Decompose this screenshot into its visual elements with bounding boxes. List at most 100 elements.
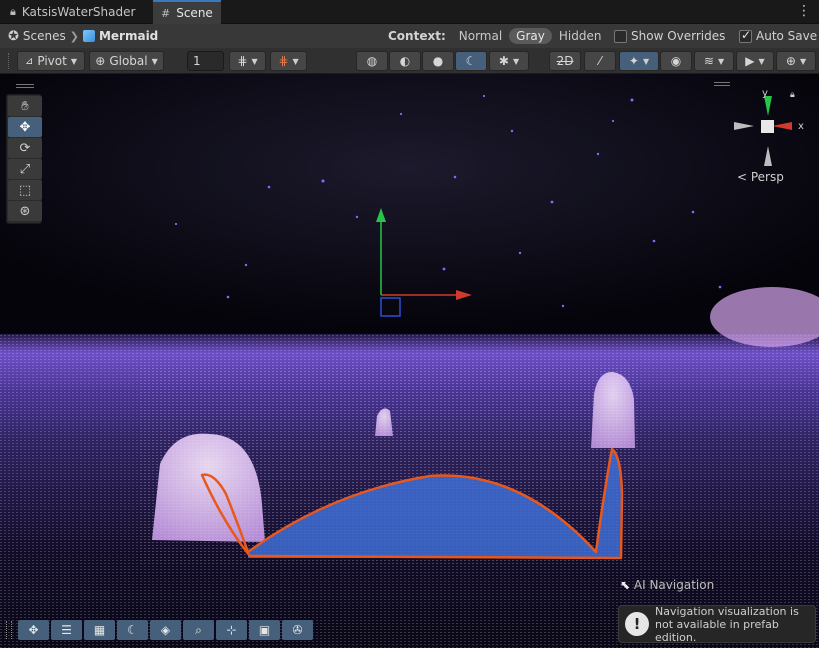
compass-icon: ✇ xyxy=(292,623,303,637)
search-icon: ⌕ xyxy=(195,622,202,637)
context-label: Context: xyxy=(388,29,446,43)
unlit-button[interactable]: ☾ xyxy=(455,51,487,71)
2d-icon: 2D xyxy=(556,54,574,68)
sliders-icon: ☰ xyxy=(61,623,72,637)
ai-nav-move-button[interactable]: ✥ xyxy=(18,620,49,640)
y-axis-label: y xyxy=(762,90,768,99)
moon-icon: ☾ xyxy=(127,623,138,637)
hand-tool-button[interactable]: ✋︎ xyxy=(8,96,42,116)
grid-snap-dropdown[interactable]: ⋕ ▼ xyxy=(229,51,266,71)
rect-transform-icon: ⬚ xyxy=(18,182,32,198)
palette-grip[interactable] xyxy=(16,84,34,88)
layers-icon: ≋ xyxy=(703,54,714,68)
dropdown-arrow-icon: ▼ xyxy=(251,56,258,66)
context-normal[interactable]: Normal xyxy=(452,28,509,44)
x-axis-cone[interactable] xyxy=(772,122,792,130)
tab-label: KatsisWaterShader xyxy=(21,5,136,19)
globe-icon: ⊕ xyxy=(95,54,106,68)
move-tool-button[interactable]: ✥ xyxy=(8,117,42,137)
scene-visibility-button[interactable]: ◉ xyxy=(660,51,692,71)
breadcrumb-current-label: Mermaid xyxy=(98,29,159,43)
obstacles-button[interactable]: ▣ xyxy=(249,620,280,640)
gizmos-globe-icon: ⊕ xyxy=(785,54,796,68)
effects-dropdown[interactable]: ✦ ▼ xyxy=(619,51,659,71)
neg-y-axis-cone[interactable] xyxy=(764,146,772,166)
lock-icon: 🔒︎ xyxy=(10,5,16,18)
global-dropdown[interactable]: ⊕ Global ▼ xyxy=(89,51,164,71)
ai-nav-settings-button[interactable]: ☰ xyxy=(51,620,82,640)
camera-dropdown[interactable]: ▶ ▼ xyxy=(736,51,774,71)
overlay-toolbar: ✥ ☰ ▦ ☾ ◈ ⌕ ⊹ ▣ ✇ xyxy=(6,618,313,642)
obstacle-icon: ▣ xyxy=(258,623,271,637)
rotate-tool-button[interactable]: ⟳ xyxy=(8,138,42,158)
context-switcher: Context: Normal Gray Hidden xyxy=(388,24,608,48)
rotate-icon: ⟳ xyxy=(19,140,31,156)
surfaces-button[interactable]: ◈ xyxy=(150,620,181,640)
cursor-arrow-icon: ⬉ xyxy=(620,578,631,592)
prefab-cube-icon xyxy=(82,30,95,42)
compass-button[interactable]: ✇ xyxy=(282,620,313,640)
scale-tool-button[interactable]: ⤢ xyxy=(8,159,42,179)
more-options-icon[interactable]: ⋮ xyxy=(797,3,811,19)
center-cube[interactable] xyxy=(761,120,774,133)
scale-icon: ⤢ xyxy=(19,161,31,177)
unity-logo-icon: ✪ xyxy=(8,28,19,44)
hand-icon: ✋︎ xyxy=(21,98,29,114)
context-gray[interactable]: Gray xyxy=(509,28,552,44)
breadcrumb-root[interactable]: ✪ Scenes xyxy=(8,29,66,44)
bug-icon: ✱ xyxy=(498,54,509,68)
pivot-label: Pivot xyxy=(37,54,67,68)
night-sky xyxy=(0,74,819,340)
dropdown-arrow-icon: ▼ xyxy=(717,56,725,66)
y-axis-cone[interactable] xyxy=(764,96,772,116)
tab-katsis-water-shader[interactable]: 🔒︎ KatsisWaterShader xyxy=(2,0,143,24)
2d-toggle-button[interactable]: 2D xyxy=(549,51,581,71)
tab-scene[interactable]: # Scene xyxy=(153,0,221,24)
dropdown-arrow-icon: ▼ xyxy=(151,56,158,66)
grid-snap-icon: ⋕ xyxy=(237,54,248,68)
mute-audio-icon: ⁄ xyxy=(598,54,601,68)
agent-icon: ⊹ xyxy=(226,623,237,637)
ai-nav-unlit-button[interactable]: ☾ xyxy=(117,620,148,640)
camera-icon: ▶ xyxy=(745,54,755,68)
gizmo-grip[interactable] xyxy=(714,82,730,86)
context-hidden[interactable]: Hidden xyxy=(552,28,609,44)
show-overrides-toggle[interactable]: Show Overrides xyxy=(614,24,725,48)
wireframe-shading-button[interactable]: ◍ xyxy=(356,51,388,71)
grid-snap-input[interactable]: 1 xyxy=(187,51,224,71)
breadcrumb-root-label: Scenes xyxy=(22,29,66,43)
projection-toggle[interactable]: < Persp xyxy=(737,170,784,184)
auto-save-label: Auto Save xyxy=(756,29,818,43)
search-button[interactable]: ⌕ xyxy=(183,620,214,640)
ai-navigation-overlay-label: ⬉ AI Navigation xyxy=(620,578,714,592)
toolbar-grip[interactable] xyxy=(8,53,10,69)
rect-tool-button[interactable]: ⬚ xyxy=(8,180,42,200)
transform-tool-button[interactable]: ⊛ xyxy=(8,201,42,221)
audio-toggle-button[interactable]: ⁄ xyxy=(584,51,616,71)
debug-draw-mode-dropdown[interactable]: ✱ ▼ xyxy=(489,51,529,71)
tab-bar: 🔒︎ KatsisWaterShader # Scene ⋮ xyxy=(0,0,819,24)
shaded-sphere-icon: ● xyxy=(432,54,444,68)
global-label: Global xyxy=(109,54,148,68)
wireframe-sphere-icon: ◍ xyxy=(366,54,378,68)
shaded-wireframe-button[interactable]: ◐ xyxy=(389,51,421,71)
auto-save-toggle[interactable]: Auto Save xyxy=(739,24,817,48)
overlay-grip[interactable] xyxy=(6,621,12,639)
scene-toolbar: ⊿ Pivot ▼ ⊕ Global ▼ 1 ⋕ ▼ ⋕ ▼ ◍ ◐ ● ☾ ✱ ▼ … xyxy=(0,48,819,74)
auto-save-checkbox[interactable] xyxy=(739,28,752,43)
neg-x-axis-cone[interactable] xyxy=(734,122,754,130)
scene-render xyxy=(0,74,819,648)
shaded-button[interactable]: ● xyxy=(422,51,454,71)
increment-snap-dropdown[interactable]: ⋕ ▼ xyxy=(270,51,307,71)
tab-label: Scene xyxy=(176,6,213,20)
gizmos-dropdown[interactable]: ⊕ ▼ xyxy=(776,51,816,71)
show-overrides-checkbox[interactable] xyxy=(614,29,627,43)
orientation-gizmo[interactable]: y x xyxy=(728,90,808,170)
scene-viewport[interactable]: ✋︎ ✥ ⟳ ⤢ ⬚ ⊛ 🔒︎ y x < Persp ⬉ AI Navigat… xyxy=(0,74,819,648)
pivot-dropdown[interactable]: ⊿ Pivot ▼ xyxy=(17,51,85,71)
agents-button[interactable]: ⊹ xyxy=(216,620,247,640)
dropdown-arrow-icon: ▼ xyxy=(758,56,765,66)
breadcrumb-current[interactable]: Mermaid xyxy=(82,29,159,43)
layers-dropdown[interactable]: ≋ ▼ xyxy=(694,51,734,71)
navmesh-surface-button[interactable]: ▦ xyxy=(84,620,115,640)
